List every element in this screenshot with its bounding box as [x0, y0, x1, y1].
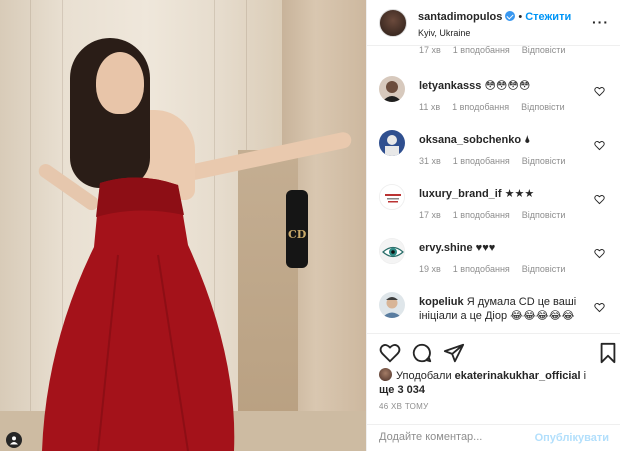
liker-avatar[interactable]: [379, 368, 392, 381]
comment-text: ervy.shine ♥♥♥: [419, 241, 589, 255]
comment-likes[interactable]: 1 вподобання: [452, 102, 509, 112]
commenter-avatar[interactable]: [379, 184, 405, 210]
comment-meta: 11 хв 1 вподобання Відповісти: [419, 102, 577, 112]
comment-input[interactable]: [379, 431, 539, 443]
comments-list[interactable]: 17 хв 1 вподобання Відповісти letyankasss …: [367, 46, 620, 333]
comment-text: letyankasss 😳😳😳😳: [419, 79, 589, 93]
post-location[interactable]: Kyiv, Ukraine: [418, 28, 470, 38]
comment-body: 😳😳😳😳: [484, 80, 531, 92]
post-timestamp[interactable]: 46 ХВ ТОМУ: [379, 402, 429, 411]
reply-button[interactable]: Відповісти: [522, 46, 566, 55]
heart-icon[interactable]: [594, 194, 605, 205]
tagged-people-icon[interactable]: [6, 432, 22, 448]
bag-logo: CD: [288, 228, 307, 241]
reply-button[interactable]: Відповісти: [522, 156, 566, 166]
author-avatar[interactable]: [379, 9, 407, 37]
comment-likes[interactable]: 1 вподобання: [453, 264, 510, 274]
commenter-username[interactable]: ervy.shine: [419, 242, 473, 254]
commenter-username[interactable]: oksana_sobchenko: [419, 134, 521, 146]
share-send-icon[interactable]: [443, 342, 465, 364]
commenter-avatar[interactable]: [379, 292, 405, 318]
comment-text: oksana_sobchenko 🌢: [419, 133, 589, 147]
post-sidebar: santadimopulos • Стежити Kyiv, Ukraine ···…: [366, 0, 620, 451]
reply-button[interactable]: Відповісти: [521, 102, 565, 112]
comment-likes[interactable]: 1 вподобання: [453, 156, 510, 166]
publish-button[interactable]: Опублікувати: [535, 432, 609, 444]
likes-prefix: Уподобали: [396, 370, 452, 382]
comment-time: 31 хв: [419, 156, 441, 166]
post-header: santadimopulos • Стежити Kyiv, Ukraine ···: [367, 0, 620, 46]
likes-summary: Уподобали ekaterinakukhar_official і ще …: [379, 368, 611, 397]
comment-time: 17 хв: [419, 210, 441, 220]
comment-time: 19 хв: [419, 264, 441, 274]
heart-icon[interactable]: [594, 140, 605, 151]
comment-meta: 19 хв 1 вподобання Відповісти: [419, 264, 577, 274]
commenter-avatar[interactable]: [379, 238, 405, 264]
likes-count[interactable]: ще 3 034: [379, 384, 425, 396]
comment-text: kopeliuk Я думала CD це ваші ініціали а …: [419, 295, 589, 323]
reply-button[interactable]: Відповісти: [522, 264, 566, 274]
verified-badge-icon: [505, 11, 516, 21]
commenter-username[interactable]: kopeliuk: [419, 296, 464, 308]
follow-button[interactable]: Стежити: [525, 11, 571, 23]
post-photo[interactable]: CD: [0, 0, 366, 451]
heart-icon[interactable]: [594, 302, 605, 313]
face: [96, 52, 144, 114]
liker-username[interactable]: ekaterinakukhar_official: [455, 370, 581, 382]
comment-meta: 31 хв 1 вподобання Відповісти: [419, 156, 577, 166]
heart-icon[interactable]: [594, 86, 605, 97]
like-heart-icon[interactable]: [379, 342, 401, 364]
separator-dot: •: [518, 11, 523, 23]
bookmark-icon[interactable]: [597, 342, 619, 364]
comment-time: 11 хв: [419, 102, 441, 112]
commenter-username[interactable]: letyankasss: [419, 80, 481, 92]
reply-button[interactable]: Відповісти: [522, 210, 566, 220]
comment-text: luxury_brand_if ★★★: [419, 187, 589, 201]
add-comment-bar: Опублікувати: [367, 424, 620, 451]
comment-body: ♥♥♥: [475, 242, 496, 254]
likes-middle: і: [583, 370, 587, 382]
commenter-username[interactable]: luxury_brand_if: [419, 188, 502, 200]
commenter-avatar[interactable]: [379, 130, 405, 156]
author-line: santadimopulos • Стежити: [418, 11, 571, 23]
post-actions: [367, 333, 620, 367]
author-username[interactable]: santadimopulos: [418, 11, 502, 23]
comment-item: letyankasss 😳😳😳😳 11 хв 1 вподобання Відпов…: [367, 76, 620, 130]
comment-item: ervy.shine ♥♥♥ 19 хв 1 вподобання Відповіс…: [367, 238, 620, 292]
comment-likes[interactable]: 1 вподобання: [453, 46, 510, 55]
comment-likes[interactable]: 1 вподобання: [453, 210, 510, 220]
comment-item: luxury_brand_if ★★★ 17 хв 1 вподобання Від…: [367, 184, 620, 238]
comment-time: 17 хв: [419, 46, 441, 55]
comment-body: ★★★: [504, 188, 535, 200]
heart-icon[interactable]: [594, 248, 605, 259]
ellipsis-icon[interactable]: ···: [592, 14, 609, 30]
comment-bubble-icon[interactable]: [411, 342, 433, 364]
comment-meta: 17 хв 1 вподобання Відповісти: [419, 46, 577, 55]
curtain-fold: [30, 0, 31, 451]
comment-meta: 17 хв 1 вподобання Відповісти: [419, 210, 577, 220]
comment-item: kopeliuk Я думала CD це ваші ініціали а …: [367, 292, 620, 333]
comment-item: oksana_sobchenko 🌢 31 хв 1 вподобання Відп…: [367, 130, 620, 184]
comment-body: 🌢: [524, 134, 531, 146]
commenter-avatar[interactable]: [379, 76, 405, 102]
red-dress: [42, 177, 235, 451]
